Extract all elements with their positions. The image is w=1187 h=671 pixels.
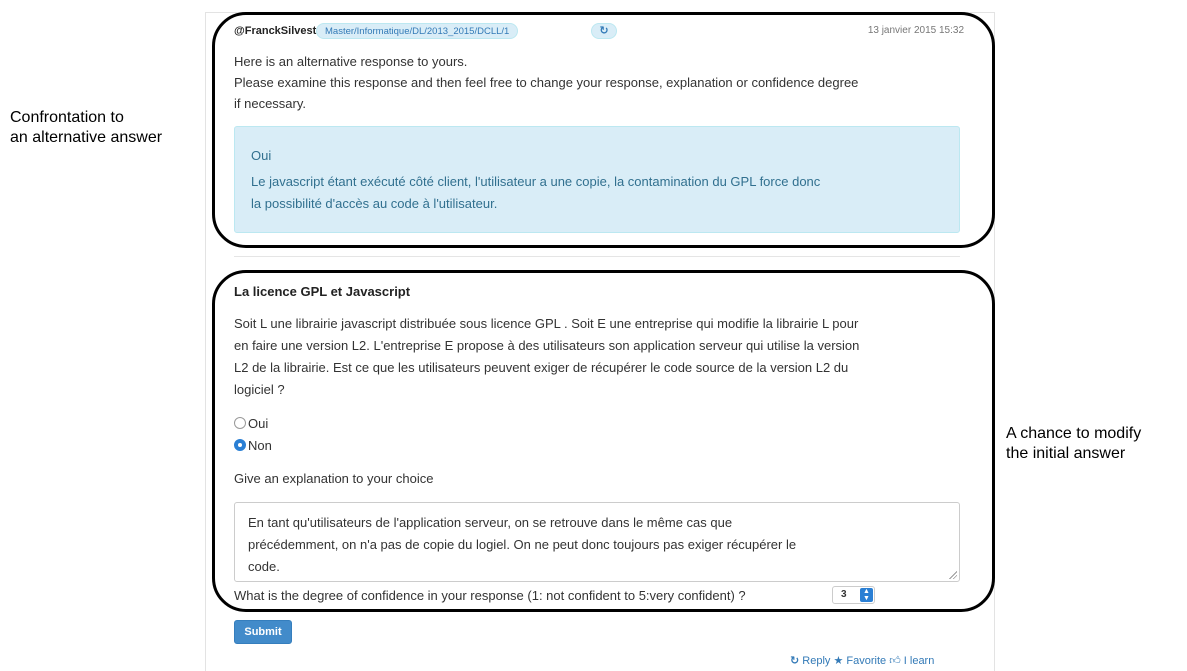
reply-link[interactable]: ↻ Reply (790, 655, 830, 667)
option-label: Oui (248, 416, 269, 431)
reply-label: Reply (802, 655, 831, 667)
favorite-label: Favorite (846, 655, 887, 667)
explanation-textarea[interactable]: En tant qu'utilisateurs de l'application… (234, 502, 960, 582)
intro-text: Here is an alternative response to yours… (234, 51, 974, 114)
star-icon: ★ (833, 655, 847, 667)
confidence-value: 3 (841, 589, 847, 600)
post-tag[interactable]: Master/Informatique/DL/2013_2015/DCLL/1 (316, 23, 519, 39)
question-line: logiciel ? (234, 382, 285, 397)
learn-label: I learn (903, 655, 935, 667)
option-oui[interactable]: Oui (234, 415, 268, 433)
alternative-answer-box: Oui Le javascript étant exécuté côté cli… (234, 126, 960, 233)
intro-line: Here is an alternative response to yours… (234, 54, 468, 69)
submit-button[interactable]: Submit (234, 620, 292, 644)
annotation-line: A chance to modify (1006, 425, 1142, 442)
question-line: en faire une version L2. L'entreprise E … (234, 338, 860, 353)
explanation-line: précédemment, on n'a pas de copie du log… (248, 537, 797, 552)
explanation-line: code. (248, 559, 280, 574)
resize-handle-icon[interactable] (949, 571, 957, 579)
question-title: La licence GPL et Javascript (234, 284, 411, 299)
explanation-line: En tant qu'utilisateurs de l'application… (248, 515, 733, 530)
alternative-answer: Oui (251, 148, 272, 163)
question-text: Soit L une librairie javascript distribu… (234, 313, 970, 401)
annotation-line: the initial answer (1006, 445, 1126, 462)
divider (234, 256, 960, 257)
option-label: Non (248, 438, 272, 453)
intro-line: if necessary. (234, 96, 307, 111)
annotation-confrontation: Confrontation to an alternative answer (10, 108, 162, 148)
alternative-explanation-line: la possibilité d'accès au code à l'utili… (251, 196, 498, 211)
post-date: 13 janvier 2015 15:32 (867, 25, 964, 36)
question-line: Soit L une librairie javascript distribu… (234, 316, 859, 331)
radio-unchecked-icon[interactable] (234, 417, 246, 429)
select-arrows-icon: ▲ ▼ (860, 588, 873, 602)
question-line: L2 de la librairie. Est ce que les utili… (234, 360, 849, 375)
confidence-label: What is the degree of confidence in your… (234, 588, 746, 603)
annotation-modify: A chance to modify the initial answer (1006, 424, 1141, 464)
post-actions: ↻ Reply ★ Favorite 👍︎ I learn (790, 654, 934, 667)
author-name[interactable]: @FranckSilvestre (234, 25, 327, 37)
annotation-line: Confrontation to (10, 109, 124, 126)
radio-checked-icon[interactable] (234, 439, 246, 451)
learn-link[interactable]: 👍︎ I learn (889, 655, 934, 667)
annotation-line: an alternative answer (10, 129, 163, 146)
favorite-link[interactable]: ★ Favorite (833, 655, 886, 667)
alternative-explanation-line: Le javascript étant exécuté côté client,… (251, 174, 821, 189)
post-header: @FranckSilvestre Master/Informatique/DL/… (234, 23, 964, 43)
explanation-label: Give an explanation to your choice (234, 471, 434, 486)
intro-line: Please examine this response and then fe… (234, 75, 859, 90)
confidence-select[interactable]: 3 ▲ ▼ (832, 586, 875, 604)
reply-icon: ↻ (790, 655, 803, 667)
option-non[interactable]: Non (234, 437, 272, 455)
refresh-icon[interactable]: ↻ (591, 23, 617, 39)
thumbs-up-icon: 👍︎ (889, 655, 904, 667)
